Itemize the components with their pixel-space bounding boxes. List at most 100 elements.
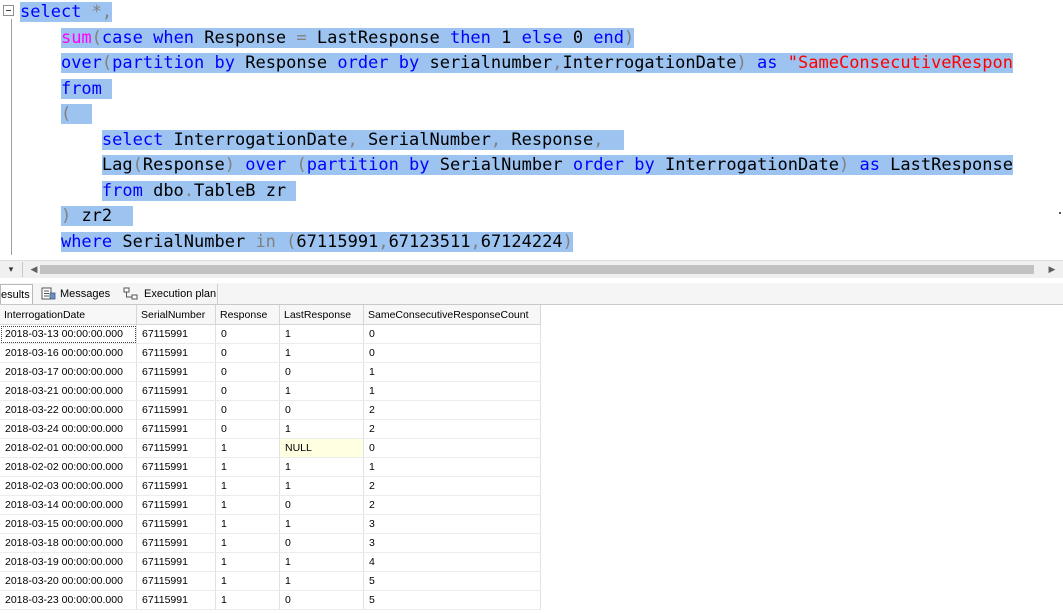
table-cell[interactable]: 67115991 xyxy=(136,552,216,572)
table-cell[interactable]: 2018-03-22 00:00:00.000 xyxy=(0,400,137,420)
results-grid[interactable]: InterrogationDate SerialNumber Response … xyxy=(0,305,541,610)
table-cell[interactable]: 5 xyxy=(363,571,541,591)
collapse-minus-icon[interactable] xyxy=(3,5,14,16)
table-cell[interactable]: 1 xyxy=(279,419,364,439)
table-cell[interactable]: 0 xyxy=(215,381,280,401)
table-cell[interactable]: 1 xyxy=(215,495,280,515)
tab-results[interactable]: esults xyxy=(0,284,33,304)
table-cell[interactable]: 2018-03-20 00:00:00.000 xyxy=(0,571,137,591)
table-cell[interactable]: 1 xyxy=(279,476,364,496)
table-row[interactable]: 2018-03-22 00:00:00.000 67115991 0 0 2 xyxy=(0,400,541,420)
sql-editor[interactable]: select *, sum(case when Response = LastR… xyxy=(0,0,1063,260)
table-cell[interactable]: 2018-03-21 00:00:00.000 xyxy=(0,381,137,401)
table-cell[interactable]: 0 xyxy=(279,362,364,382)
table-row[interactable]: 2018-03-23 00:00:00.000 67115991 1 0 5 xyxy=(0,590,541,610)
table-cell[interactable]: 67115991 xyxy=(136,457,216,477)
table-cell[interactable]: 5 xyxy=(363,590,541,610)
table-cell[interactable]: 0 xyxy=(279,533,364,553)
table-row[interactable]: 2018-03-21 00:00:00.000 67115991 0 1 1 xyxy=(0,381,541,401)
table-row[interactable]: 2018-02-03 00:00:00.000 67115991 1 1 2 xyxy=(0,476,541,496)
table-cell[interactable]: 67115991 xyxy=(136,419,216,439)
table-cell[interactable]: 67115991 xyxy=(136,590,216,610)
table-cell[interactable]: 1 xyxy=(279,381,364,401)
tab-messages[interactable]: Messages xyxy=(37,284,115,304)
table-cell[interactable]: 0 xyxy=(215,400,280,420)
table-cell[interactable]: 0 xyxy=(279,495,364,515)
table-cell[interactable]: 2 xyxy=(363,495,541,515)
table-cell[interactable]: 67115991 xyxy=(136,438,216,458)
table-cell[interactable]: 3 xyxy=(363,514,541,534)
table-cell[interactable]: NULL xyxy=(279,438,364,458)
table-row[interactable]: 2018-03-14 00:00:00.000 67115991 1 0 2 xyxy=(0,495,541,515)
table-row[interactable]: 2018-03-16 00:00:00.000 67115991 0 1 0 xyxy=(0,343,541,363)
table-cell[interactable]: 0 xyxy=(215,419,280,439)
column-header-interrogationdate[interactable]: InterrogationDate xyxy=(0,305,137,325)
column-header-sameconsecutiveresponsecount[interactable]: SameConsecutiveResponseCount xyxy=(363,305,541,325)
code-line[interactable]: sum(case when Response = LastResponse th… xyxy=(20,26,1063,52)
scroll-left-arrow-icon[interactable]: ◀ xyxy=(28,262,40,277)
table-cell[interactable]: 1 xyxy=(363,381,541,401)
code-line[interactable]: ( xyxy=(20,102,1063,128)
table-cell[interactable]: 67115991 xyxy=(136,362,216,382)
table-cell[interactable]: 67115991 xyxy=(136,533,216,553)
table-cell[interactable]: 0 xyxy=(363,324,541,344)
scrollbar-thumb[interactable] xyxy=(40,265,1034,274)
column-header-serialnumber[interactable]: SerialNumber xyxy=(136,305,216,325)
table-cell[interactable]: 67115991 xyxy=(136,571,216,591)
table-cell[interactable]: 67115991 xyxy=(136,495,216,515)
table-cell[interactable]: 4 xyxy=(363,552,541,572)
table-row[interactable]: 2018-03-18 00:00:00.000 67115991 1 0 3 xyxy=(0,533,541,553)
table-row[interactable]: 2018-03-24 00:00:00.000 67115991 0 1 2 xyxy=(0,419,541,439)
table-row[interactable]: 2018-03-17 00:00:00.000 67115991 0 0 1 xyxy=(0,362,541,382)
table-cell[interactable]: 0 xyxy=(279,400,364,420)
table-cell[interactable]: 2018-03-16 00:00:00.000 xyxy=(0,343,137,363)
table-cell[interactable]: 67115991 xyxy=(136,324,216,344)
tab-execution-plan[interactable]: Execution plan xyxy=(119,284,218,304)
zoom-dropdown-icon[interactable]: ▾ xyxy=(0,262,23,277)
table-cell[interactable]: 1 xyxy=(363,457,541,477)
table-cell[interactable]: 0 xyxy=(279,590,364,610)
code-line[interactable]: select InterrogationDate, SerialNumber, … xyxy=(20,128,1063,154)
table-cell[interactable]: 1 xyxy=(215,571,280,591)
column-header-response[interactable]: Response xyxy=(215,305,280,325)
table-row[interactable]: 2018-02-01 00:00:00.000 67115991 1 NULL 0 xyxy=(0,438,541,458)
code-line[interactable]: from dbo.TableB zr xyxy=(20,179,1063,205)
table-row[interactable]: 2018-03-15 00:00:00.000 67115991 1 1 3 xyxy=(0,514,541,534)
table-cell[interactable]: 2018-03-24 00:00:00.000 xyxy=(0,419,137,439)
table-cell[interactable]: 0 xyxy=(215,324,280,344)
table-cell[interactable]: 2018-02-03 00:00:00.000 xyxy=(0,476,137,496)
table-cell[interactable]: 1 xyxy=(363,362,541,382)
table-cell[interactable]: 0 xyxy=(215,362,280,382)
table-cell[interactable]: 1 xyxy=(215,438,280,458)
table-cell[interactable]: 0 xyxy=(363,343,541,363)
table-cell[interactable]: 1 xyxy=(279,324,364,344)
table-cell[interactable]: 2 xyxy=(363,476,541,496)
table-row[interactable]: 2018-02-02 00:00:00.000 67115991 1 1 1 xyxy=(0,457,541,477)
table-cell[interactable]: 1 xyxy=(215,590,280,610)
table-cell[interactable]: 2018-03-23 00:00:00.000 xyxy=(0,590,137,610)
table-cell[interactable]: 1 xyxy=(215,457,280,477)
code-line[interactable]: ) zr2 xyxy=(20,204,1063,230)
table-cell[interactable]: 0 xyxy=(215,343,280,363)
table-cell[interactable]: 67115991 xyxy=(136,381,216,401)
table-cell[interactable]: 2018-03-19 00:00:00.000 xyxy=(0,552,137,572)
horizontal-scrollbar[interactable]: ▾ ◀ ▶ xyxy=(0,260,1063,278)
table-cell[interactable]: 2018-02-01 00:00:00.000 xyxy=(0,438,137,458)
code-line[interactable]: over(partition by Response order by seri… xyxy=(20,51,1063,77)
table-row[interactable]: 2018-03-20 00:00:00.000 67115991 1 1 5 xyxy=(0,571,541,591)
table-cell[interactable]: 1 xyxy=(215,514,280,534)
table-cell[interactable]: 67115991 xyxy=(136,476,216,496)
table-row[interactable]: 2018-03-13 00:00:00.000 67115991 0 1 0 xyxy=(0,324,541,344)
table-cell[interactable]: 1 xyxy=(279,571,364,591)
code-line[interactable]: Lag(Response) over (partition by SerialN… xyxy=(20,153,1063,179)
table-row[interactable]: 2018-03-19 00:00:00.000 67115991 1 1 4 xyxy=(0,552,541,572)
table-cell[interactable]: 2018-03-13 00:00:00.000 xyxy=(0,324,137,344)
scroll-right-arrow-icon[interactable]: ▶ xyxy=(1046,262,1058,277)
table-cell[interactable]: 1 xyxy=(279,514,364,534)
table-cell[interactable]: 2018-03-15 00:00:00.000 xyxy=(0,514,137,534)
table-cell[interactable]: 1 xyxy=(215,552,280,572)
table-cell[interactable]: 67115991 xyxy=(136,514,216,534)
table-cell[interactable]: 1 xyxy=(279,552,364,572)
table-cell[interactable]: 3 xyxy=(363,533,541,553)
table-cell[interactable]: 2018-03-18 00:00:00.000 xyxy=(0,533,137,553)
